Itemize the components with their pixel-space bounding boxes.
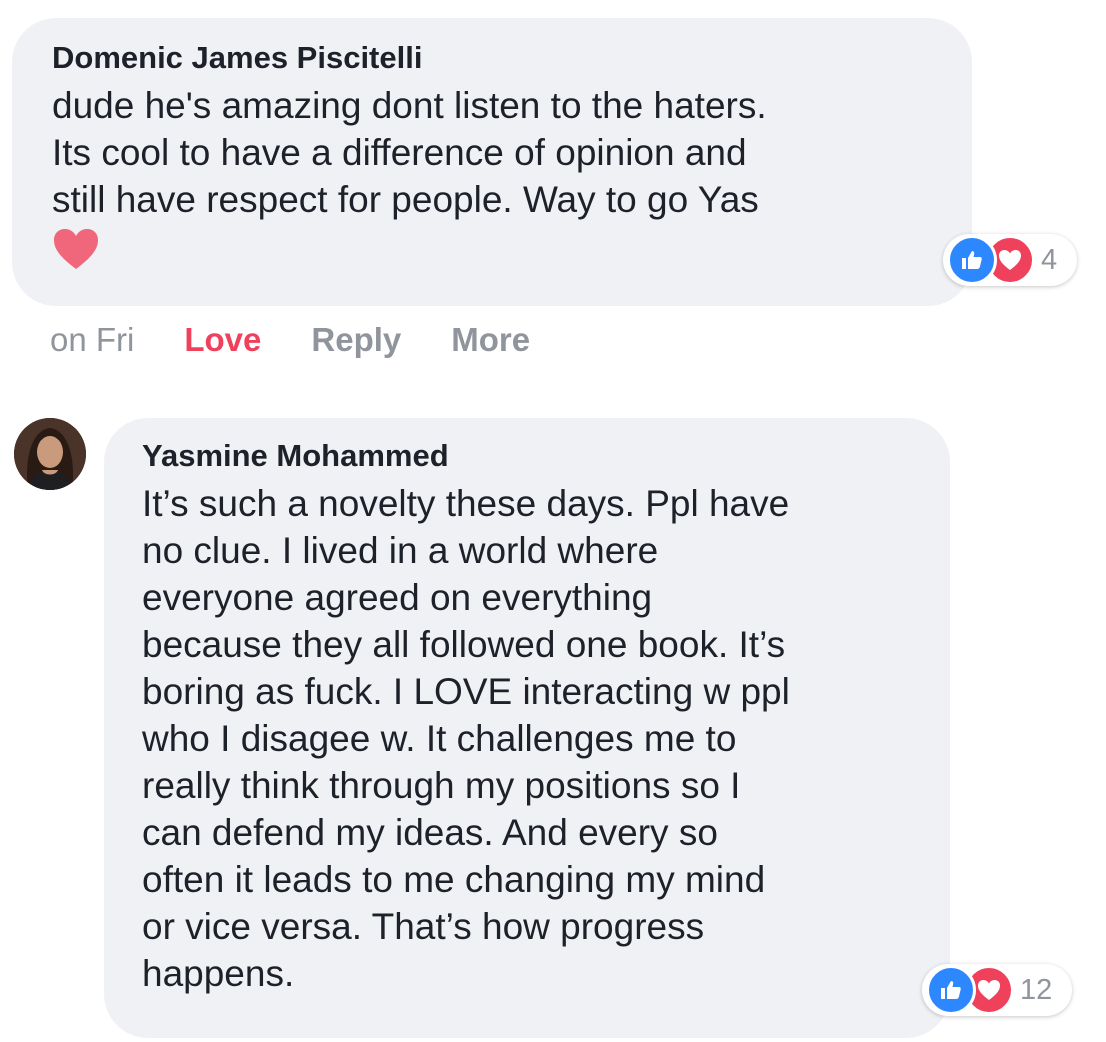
love-reaction-button[interactable]: Love	[184, 320, 261, 360]
like-icon	[926, 965, 976, 1015]
comment-timestamp[interactable]: on Fri	[50, 320, 134, 360]
comment-text: It’s such a novelty these days. Ppl have…	[142, 483, 790, 994]
comment-bubble[interactable]: Yasmine Mohammed It’s such a novelty the…	[104, 418, 950, 1038]
more-button[interactable]: More	[451, 320, 530, 360]
avatar[interactable]	[14, 418, 86, 490]
comment-bubble[interactable]: Domenic James Piscitelli dude he's amazi…	[12, 18, 972, 306]
comment-author[interactable]: Yasmine Mohammed	[142, 438, 912, 474]
like-icon	[947, 235, 997, 285]
comment-text: dude he's amazing dont listen to the hat…	[52, 85, 767, 220]
reaction-count: 12	[1020, 973, 1053, 1006]
reactions-summary[interactable]: 12	[922, 964, 1072, 1016]
reply-button[interactable]: Reply	[311, 320, 401, 360]
reaction-count: 4	[1041, 243, 1058, 276]
reactions-summary[interactable]: 4	[943, 234, 1077, 286]
heart-emoji-icon	[54, 229, 98, 269]
comment-author[interactable]: Domenic James Piscitelli	[52, 40, 932, 76]
comment-actions: on Fri Love Reply More	[50, 320, 580, 360]
